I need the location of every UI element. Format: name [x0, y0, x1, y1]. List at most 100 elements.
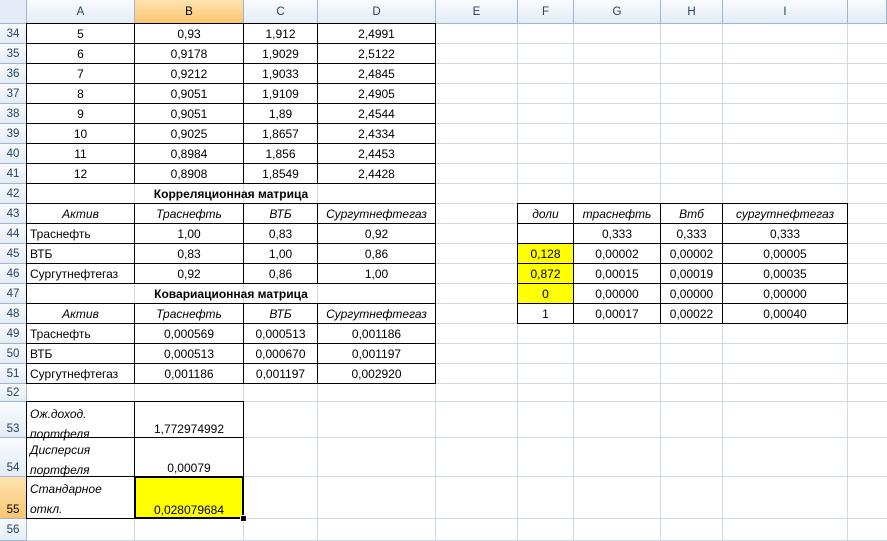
spreadsheet-grid[interactable]: A B C D E F G H I 34 35 36 37 38 39 40 41 42 43 44 45 46 47 48 4…: [0, 0, 887, 541]
row-header-38[interactable]: 38: [0, 104, 27, 124]
row-header-35[interactable]: 35: [0, 44, 27, 64]
row-header-51[interactable]: 51: [0, 364, 27, 384]
row-header-56[interactable]: 56: [0, 519, 27, 541]
row-header-43[interactable]: 43: [0, 204, 27, 224]
correlation-header[interactable]: Актив: [26, 203, 135, 224]
row-header-39[interactable]: 39: [0, 124, 27, 144]
table-cell-surgut[interactable]: 2,4334: [317, 123, 436, 144]
covariance-header[interactable]: ВТБ: [243, 303, 318, 324]
table-cell-month[interactable]: 8: [26, 83, 135, 104]
table-cell-surgut[interactable]: 2,4544: [317, 103, 436, 124]
correlation-asset-label[interactable]: Сургутнефтегаз: [26, 263, 135, 284]
weights-header[interactable]: сургутнефтегаз: [722, 203, 848, 224]
table-cell-month[interactable]: 10: [26, 123, 135, 144]
row-header-54[interactable]: 54: [0, 438, 27, 477]
covariance-value[interactable]: 0,001197: [243, 363, 318, 384]
expected-return-value[interactable]: 1,772974992: [134, 401, 244, 438]
covariance-header[interactable]: Сургутнефтегаз: [317, 303, 436, 324]
row-header-41[interactable]: 41: [0, 164, 27, 184]
covariance-value[interactable]: 0,000513: [243, 323, 318, 344]
correlation-value[interactable]: 1,00: [134, 223, 244, 244]
weights-value[interactable]: 0,00022: [660, 303, 723, 324]
correlation-value[interactable]: 0,83: [134, 243, 244, 264]
correlation-value[interactable]: 1,00: [317, 263, 436, 284]
row-header-40[interactable]: 40: [0, 144, 27, 164]
standard-deviation-label[interactable]: Стандарное откл.: [26, 476, 135, 519]
column-header-c[interactable]: C: [244, 0, 318, 24]
table-cell-vtb[interactable]: 1,8549: [243, 163, 318, 184]
table-cell-surgut[interactable]: 2,5122: [317, 43, 436, 64]
column-header-i[interactable]: I: [723, 0, 848, 24]
weights-value[interactable]: 0,00002: [573, 243, 661, 264]
row-header-44[interactable]: 44: [0, 224, 27, 244]
row-header-36[interactable]: 36: [0, 64, 27, 84]
table-cell-transneft[interactable]: 0,9051: [134, 83, 244, 104]
row-header-49[interactable]: 49: [0, 324, 27, 344]
table-cell-vtb[interactable]: 1,8657: [243, 123, 318, 144]
table-cell-vtb[interactable]: 1,912: [243, 23, 318, 44]
column-header-a[interactable]: A: [27, 0, 135, 24]
correlation-value[interactable]: 0,92: [317, 223, 436, 244]
covariance-header[interactable]: Актив: [26, 303, 135, 324]
portfolio-variance-value[interactable]: 0,00079: [134, 437, 244, 477]
covariance-value[interactable]: 0,001186: [134, 363, 244, 384]
table-cell-month[interactable]: 9: [26, 103, 135, 124]
table-cell-month[interactable]: 7: [26, 63, 135, 84]
correlation-matrix-title[interactable]: Корреляционная матрица: [26, 183, 436, 204]
table-cell-vtb[interactable]: 1,9029: [243, 43, 318, 64]
row-header-55[interactable]: 55: [0, 477, 27, 519]
table-cell-month[interactable]: 6: [26, 43, 135, 64]
row-header-34[interactable]: 34: [0, 24, 27, 44]
correlation-value[interactable]: 0,83: [243, 223, 318, 244]
correlation-asset-label[interactable]: Траснефть: [26, 223, 135, 244]
table-cell-month[interactable]: 12: [26, 163, 135, 184]
weight-share-cell[interactable]: 1: [517, 303, 574, 324]
covariance-value[interactable]: 0,001186: [317, 323, 436, 344]
active-cell-selection[interactable]: [134, 476, 244, 519]
weight-share-cell[interactable]: 0,128: [517, 243, 574, 264]
column-header-e[interactable]: E: [436, 0, 518, 24]
weights-value[interactable]: 0,00000: [660, 283, 723, 304]
weights-value[interactable]: 0,00002: [660, 243, 723, 264]
column-header-b[interactable]: B: [135, 0, 244, 24]
column-header-g[interactable]: G: [574, 0, 661, 24]
row-header-50[interactable]: 50: [0, 344, 27, 364]
weights-value[interactable]: 0,00035: [722, 263, 848, 284]
weight-share-cell[interactable]: 0,872: [517, 263, 574, 284]
weight-share-cell[interactable]: [517, 223, 574, 244]
table-cell-surgut[interactable]: 2,4991: [317, 23, 436, 44]
row-header-53[interactable]: 53: [0, 402, 27, 438]
covariance-value[interactable]: 0,000513: [134, 343, 244, 364]
table-cell-surgut[interactable]: 2,4845: [317, 63, 436, 84]
covariance-value[interactable]: 0,001197: [317, 343, 436, 364]
table-cell-surgut[interactable]: 2,4428: [317, 163, 436, 184]
table-cell-vtb[interactable]: 1,856: [243, 143, 318, 164]
table-cell-vtb[interactable]: 1,9109: [243, 83, 318, 104]
row-header-42[interactable]: 42: [0, 184, 27, 204]
correlation-value[interactable]: 0,92: [134, 263, 244, 284]
table-cell-transneft[interactable]: 0,9212: [134, 63, 244, 84]
correlation-value[interactable]: 1,00: [243, 243, 318, 264]
weights-header[interactable]: траснефть: [573, 203, 661, 224]
table-cell-transneft[interactable]: 0,8984: [134, 143, 244, 164]
weights-value[interactable]: 0,00019: [660, 263, 723, 284]
covariance-asset-label[interactable]: ВТБ: [26, 343, 135, 364]
table-cell-month[interactable]: 11: [26, 143, 135, 164]
row-header-37[interactable]: 37: [0, 84, 27, 104]
row-header-52[interactable]: 52: [0, 384, 27, 402]
weights-value[interactable]: 0,00000: [722, 283, 848, 304]
correlation-value[interactable]: 0,86: [243, 263, 318, 284]
table-cell-transneft[interactable]: 0,8908: [134, 163, 244, 184]
row-header-48[interactable]: 48: [0, 304, 27, 324]
correlation-asset-label[interactable]: ВТБ: [26, 243, 135, 264]
weights-value[interactable]: 0,00005: [722, 243, 848, 264]
table-cell-month[interactable]: 5: [26, 23, 135, 44]
correlation-header[interactable]: ВТБ: [243, 203, 318, 224]
weights-value[interactable]: 0,00017: [573, 303, 661, 324]
table-cell-surgut[interactable]: 2,4453: [317, 143, 436, 164]
weights-value[interactable]: 0,333: [660, 223, 723, 244]
fill-handle[interactable]: [240, 515, 247, 522]
correlation-header[interactable]: Сургутнефтегаз: [317, 203, 436, 224]
weights-value[interactable]: 0,333: [722, 223, 848, 244]
row-header-47[interactable]: 47: [0, 284, 27, 304]
